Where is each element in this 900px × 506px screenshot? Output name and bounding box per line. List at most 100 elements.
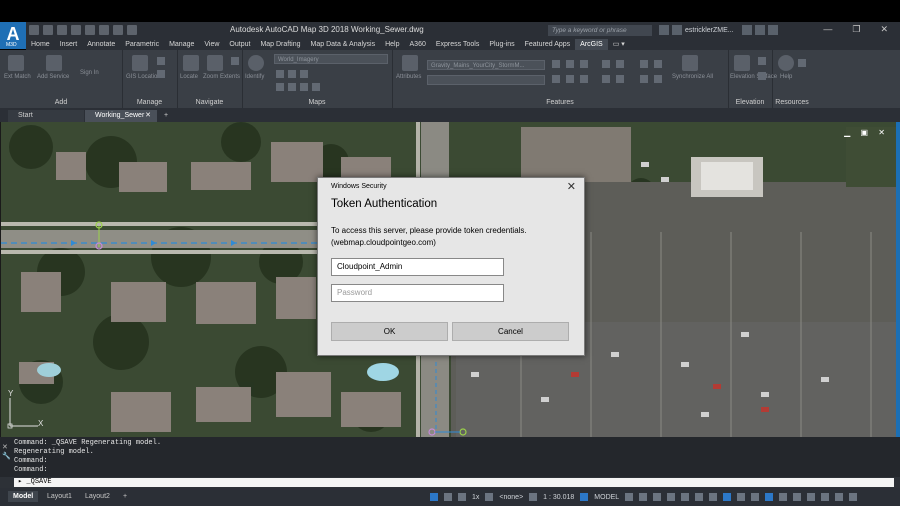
- ribbon-tab-parametric[interactable]: Parametric: [120, 39, 164, 50]
- exchange-icon[interactable]: [754, 25, 765, 36]
- synchronize-icon[interactable]: [682, 55, 698, 71]
- zoom-extents-icon[interactable]: [207, 55, 223, 71]
- globe-icon[interactable]: [485, 493, 494, 501]
- model-space-icon[interactable]: [430, 493, 438, 501]
- user-account[interactable]: estricklerZME...: [659, 24, 781, 37]
- application-menu-button[interactable]: A M3D: [0, 22, 26, 49]
- add-service-icon[interactable]: [46, 55, 62, 71]
- viewport-controls[interactable]: ▁ ▣ ✕: [844, 128, 889, 137]
- grid-icon[interactable]: [529, 493, 538, 501]
- elevation-surface-icon[interactable]: [734, 55, 750, 71]
- workspace-gear-icon[interactable]: [737, 493, 746, 501]
- open-file-icon[interactable]: [43, 25, 53, 35]
- edit-tool-icon[interactable]: [640, 75, 648, 83]
- map-tool-icon[interactable]: [276, 83, 284, 91]
- snap-icon[interactable]: [444, 493, 452, 501]
- redo-icon[interactable]: [113, 25, 123, 35]
- username-field[interactable]: Cloudpoint_Admin: [331, 258, 504, 276]
- edit-tool-icon[interactable]: [654, 60, 662, 68]
- cart-icon[interactable]: [741, 25, 752, 36]
- edit-tool-icon[interactable]: [616, 60, 624, 68]
- edit-tool-icon[interactable]: [566, 60, 574, 68]
- auto-scale-icon[interactable]: [709, 493, 718, 501]
- save-as-icon[interactable]: [71, 25, 81, 35]
- map-tool-icon[interactable]: [288, 83, 296, 91]
- edit-tool-icon[interactable]: [640, 60, 648, 68]
- map-scale[interactable]: 1 : 30.018: [543, 494, 574, 501]
- resources-tool-icon[interactable]: [798, 59, 806, 67]
- ext-match-icon[interactable]: [8, 55, 24, 71]
- identify-icon[interactable]: [248, 55, 264, 71]
- ribbon-minimize-icon[interactable]: ▭ ▾: [608, 39, 630, 50]
- manage-tool-icon[interactable]: [157, 57, 165, 65]
- ribbon-tab-annotate[interactable]: Annotate: [82, 39, 120, 50]
- ok-button[interactable]: OK: [331, 322, 448, 341]
- elevation-tool-icon[interactable]: [758, 57, 766, 65]
- close-window-button[interactable]: ✕: [880, 24, 888, 35]
- password-field[interactable]: Password: [331, 284, 504, 302]
- annotation-scale-icon[interactable]: [723, 493, 732, 501]
- help-icon[interactable]: [767, 25, 778, 36]
- edit-tool-icon[interactable]: [580, 60, 588, 68]
- undo-icon[interactable]: [99, 25, 109, 35]
- ribbon-tab-manage[interactable]: Manage: [164, 39, 199, 50]
- ribbon-tab-a360[interactable]: A360: [405, 39, 431, 50]
- isodraft-icon[interactable]: [667, 493, 676, 501]
- ribbon-tab-view[interactable]: View: [199, 39, 224, 50]
- ribbon-tab-insert[interactable]: Insert: [55, 39, 83, 50]
- edit-tool-icon[interactable]: [566, 75, 574, 83]
- help-search-input[interactable]: Type a keyword or phrase: [548, 25, 652, 36]
- minimize-button[interactable]: —: [823, 24, 832, 35]
- edit-tool-icon[interactable]: [602, 60, 610, 68]
- ribbon-tab-map-data-analysis[interactable]: Map Data & Analysis: [306, 39, 381, 50]
- close-tab-icon[interactable]: ✕: [145, 110, 151, 122]
- ribbon-tab-plug-ins[interactable]: Plug-ins: [484, 39, 519, 50]
- feature-layer-dropdown[interactable]: Gravity_Mains_YourCity_StormM...: [427, 60, 545, 70]
- cancel-button[interactable]: Cancel: [452, 322, 569, 341]
- clean-screen-icon[interactable]: [835, 493, 844, 501]
- quick-properties-icon[interactable]: [779, 493, 788, 501]
- help-icon[interactable]: [778, 55, 794, 71]
- attributes-icon[interactable]: [402, 55, 418, 71]
- dialog-close-button[interactable]: ✕: [567, 180, 576, 193]
- customization-menu-icon[interactable]: [849, 493, 858, 501]
- maximize-button[interactable]: ❐: [852, 24, 860, 35]
- edit-tool-icon[interactable]: [616, 75, 624, 83]
- layout-tab-layout1[interactable]: Layout1: [42, 491, 77, 502]
- edit-tool-icon[interactable]: [552, 75, 560, 83]
- snap-mode-icon[interactable]: [639, 493, 648, 501]
- print-icon[interactable]: [85, 25, 95, 35]
- ortho-icon[interactable]: [458, 493, 466, 501]
- warning-icon[interactable]: [793, 493, 802, 501]
- ribbon-tab-help[interactable]: Help: [380, 39, 404, 50]
- ribbon-tab-featured-apps[interactable]: Featured Apps: [520, 39, 576, 50]
- hardware-accel-icon[interactable]: [821, 493, 830, 501]
- annotation-visibility-icon[interactable]: [695, 493, 704, 501]
- map-tool-icon[interactable]: [300, 70, 308, 78]
- map-tool-icon[interactable]: [288, 70, 296, 78]
- isolate-objects-icon[interactable]: [807, 493, 816, 501]
- feature-subtype-dropdown[interactable]: [427, 75, 545, 85]
- new-tab-button[interactable]: +: [160, 110, 174, 122]
- object-snap-icon[interactable]: [681, 493, 690, 501]
- binoculars-icon[interactable]: [659, 25, 669, 36]
- manage-tool-icon[interactable]: [157, 70, 165, 78]
- map-tool-icon[interactable]: [312, 83, 320, 91]
- edit-tool-icon[interactable]: [654, 75, 662, 83]
- grid-display-icon[interactable]: [625, 493, 634, 501]
- layout-tab-layout2[interactable]: Layout2: [80, 491, 115, 502]
- add-layout-button[interactable]: +: [118, 491, 132, 502]
- edit-tool-icon[interactable]: [580, 75, 588, 83]
- units-icon[interactable]: [765, 493, 774, 501]
- elevation-tool-icon[interactable]: [758, 72, 766, 80]
- gis-location-icon[interactable]: [132, 55, 148, 71]
- edit-tool-icon[interactable]: [552, 60, 560, 68]
- customize-icon[interactable]: 🔧: [2, 452, 11, 461]
- edit-tool-icon[interactable]: [602, 75, 610, 83]
- ribbon-tab-arcgis[interactable]: ArcGIS: [575, 39, 608, 50]
- annotation-monitor-icon[interactable]: [751, 493, 760, 501]
- close-command-icon[interactable]: ✕: [2, 443, 11, 452]
- space-toggle[interactable]: MODEL: [594, 494, 619, 501]
- qat-dropdown-icon[interactable]: [127, 25, 137, 35]
- map-tool-icon[interactable]: [300, 83, 308, 91]
